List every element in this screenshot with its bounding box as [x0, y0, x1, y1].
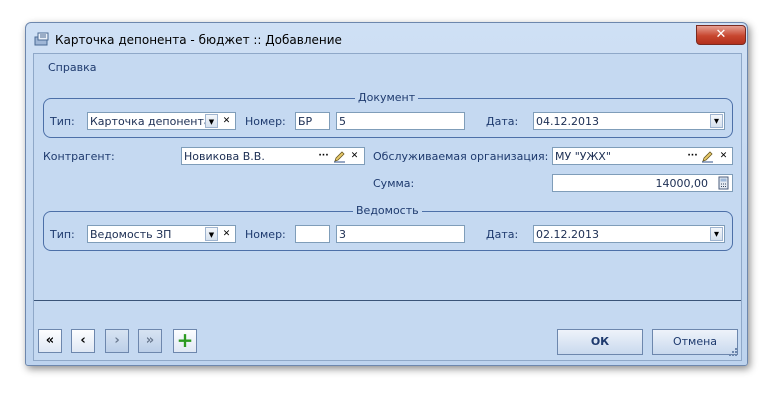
document-number-label: Номер:	[245, 115, 286, 128]
clear-icon[interactable]: ✕	[717, 149, 730, 163]
counterparty-value: Новикова В.В.	[184, 150, 265, 163]
document-group-title: Документ	[355, 91, 419, 104]
dialog-client-area: Справка Документ Тип: Карточка депонента…	[33, 53, 742, 361]
chevron-left-icon: ‹	[80, 333, 86, 348]
add-record-button[interactable]: +	[173, 329, 197, 353]
resize-grip-icon[interactable]	[728, 347, 738, 357]
next-record-button[interactable]: ›	[105, 329, 129, 353]
calculator-icon[interactable]	[717, 176, 730, 190]
amount-value: 14000,00	[655, 177, 709, 190]
ok-button-label: ОК	[590, 335, 610, 348]
counterparty-label: Контрагент:	[43, 150, 115, 163]
clear-icon[interactable]: ✕	[220, 114, 233, 128]
statement-date-value: 02.12.2013	[536, 228, 599, 241]
chevron-right-icon: ›	[114, 333, 120, 348]
dropdown-arrow-icon[interactable]: ▼	[205, 227, 218, 241]
amount-input[interactable]: 14000,00	[552, 174, 733, 192]
dropdown-arrow-icon[interactable]: ▼	[205, 114, 218, 128]
document-date-value: 04.12.2013	[536, 115, 599, 128]
edit-icon[interactable]	[333, 149, 346, 163]
organization-value: МУ "УЖХ"	[555, 150, 611, 163]
statement-type-select[interactable]: Ведомость ЗП ▼ ✕	[87, 225, 236, 243]
app-icon	[34, 32, 49, 46]
document-type-value: Карточка депонента	[90, 115, 211, 128]
statement-type-value: Ведомость ЗП	[90, 228, 172, 241]
organization-label: Обслуживаемая организация:	[373, 150, 549, 163]
calendar-dropdown-icon[interactable]: ▾	[710, 114, 723, 128]
double-chevron-left-icon: «	[45, 333, 55, 348]
document-date-picker[interactable]: 04.12.2013 ▾	[533, 112, 725, 130]
close-button[interactable]: ✕	[696, 25, 746, 45]
document-number-prefix-input[interactable]: БР	[295, 112, 330, 130]
amount-label: Сумма:	[373, 177, 415, 190]
clear-icon[interactable]: ✕	[348, 149, 361, 163]
previous-record-button[interactable]: ‹	[71, 329, 95, 353]
document-number-prefix: БР	[298, 115, 313, 128]
statement-date-picker[interactable]: 02.12.2013 ▾	[533, 225, 725, 243]
ok-button[interactable]: ОК	[557, 329, 643, 355]
statement-number-input[interactable]: 3	[336, 225, 465, 243]
statement-number-prefix-input[interactable]	[295, 225, 330, 243]
toolbar-separator	[34, 300, 741, 301]
close-icon: ✕	[715, 27, 727, 42]
window-title: Карточка депонента - бюджет :: Добавлени…	[55, 33, 342, 47]
edit-icon[interactable]	[701, 149, 714, 163]
menu-item-help[interactable]: Справка	[48, 61, 96, 74]
plus-icon: +	[176, 328, 194, 352]
clear-icon[interactable]: ✕	[220, 227, 233, 241]
document-type-label: Тип:	[50, 115, 75, 128]
document-date-label: Дата:	[486, 115, 519, 128]
organization-input[interactable]: МУ "УЖХ" ··· ✕	[552, 147, 733, 165]
cancel-button-label: Отмена	[672, 335, 718, 348]
statement-type-label: Тип:	[50, 228, 75, 241]
document-number-value: 5	[339, 115, 346, 128]
ellipsis-icon[interactable]: ···	[686, 149, 699, 163]
statement-number-value: 3	[339, 228, 346, 241]
dialog-window: Карточка депонента - бюджет :: Добавлени…	[25, 22, 748, 366]
document-number-input[interactable]: 5	[336, 112, 465, 130]
statement-group-title: Ведомость	[353, 204, 422, 217]
counterparty-input[interactable]: Новикова В.В. ··· ✕	[181, 147, 365, 165]
double-chevron-right-icon: »	[145, 333, 155, 348]
calendar-dropdown-icon[interactable]: ▾	[710, 227, 723, 241]
title-bar[interactable]: Карточка депонента - бюджет :: Добавлени…	[26, 23, 747, 53]
cancel-button[interactable]: Отмена	[652, 329, 738, 355]
last-record-button[interactable]: »	[138, 329, 162, 353]
document-type-select[interactable]: Карточка депонента ▼ ✕	[87, 112, 236, 130]
statement-date-label: Дата:	[486, 228, 519, 241]
ellipsis-icon[interactable]: ···	[317, 149, 330, 163]
first-record-button[interactable]: «	[38, 329, 62, 353]
statement-number-label: Номер:	[245, 228, 286, 241]
